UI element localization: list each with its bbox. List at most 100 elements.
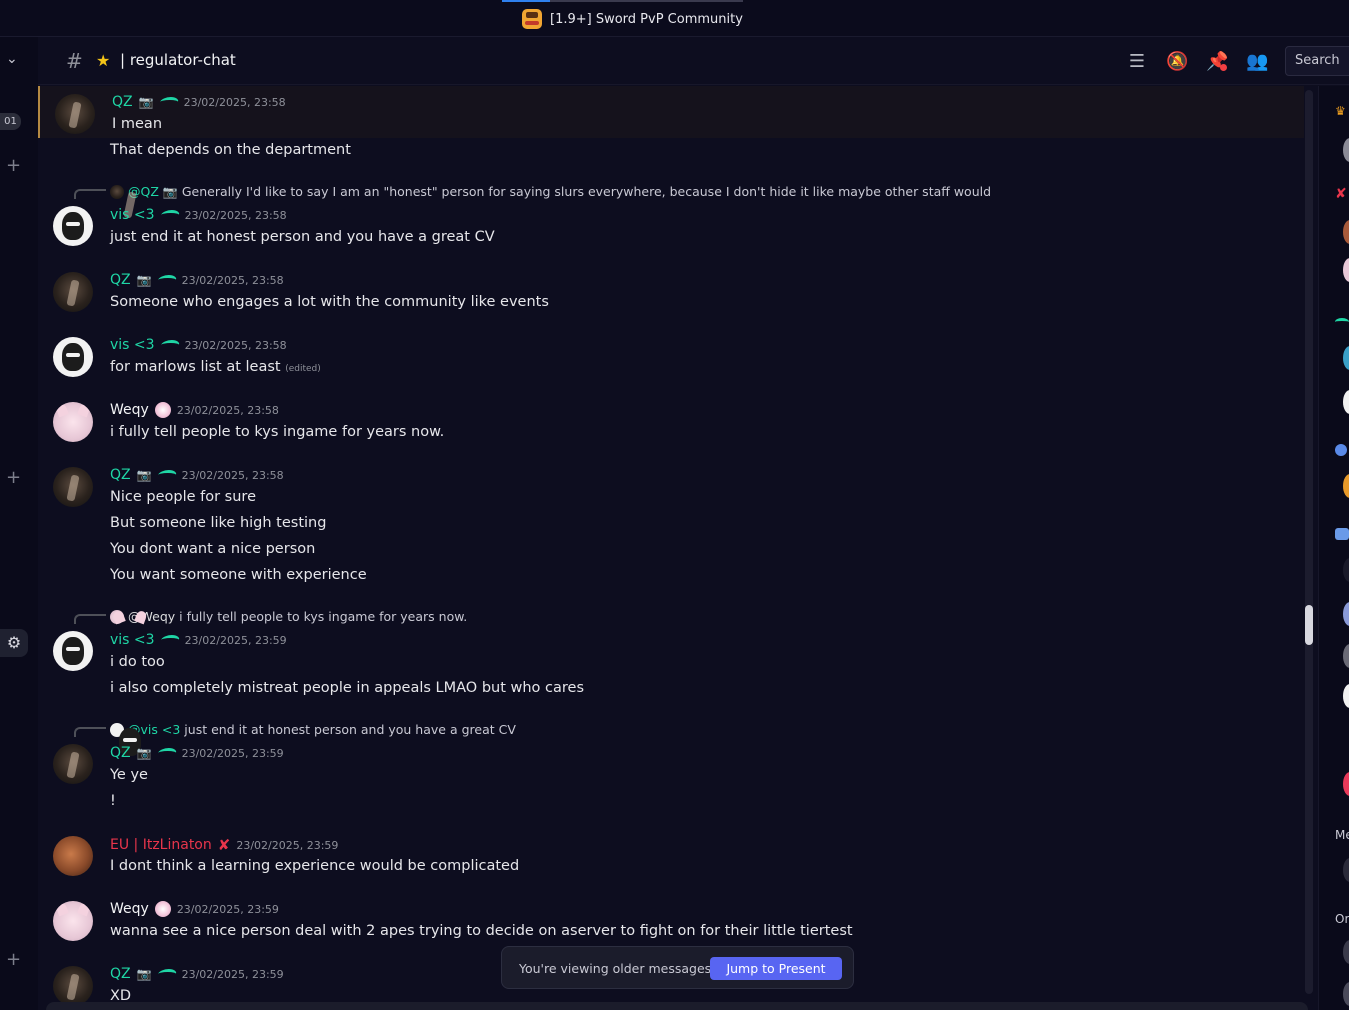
avatar[interactable]: [53, 744, 93, 784]
message-text: !: [110, 793, 116, 809]
member-avatar[interactable]: [1343, 684, 1349, 708]
reply-text: Generally I'd like to say I am an "hones…: [181, 184, 992, 199]
add-icon[interactable]: +: [6, 157, 21, 175]
member-list: ♛ ✘ Me Or: [1318, 86, 1349, 1010]
message-text: for marlows list at least (edited): [110, 359, 321, 375]
timestamp: 23/02/2025, 23:58: [181, 468, 284, 482]
username[interactable]: QZ: [110, 745, 131, 761]
message-composer[interactable]: [46, 1002, 1308, 1010]
loading-bar: [502, 0, 743, 2]
message-text: Ye ye: [110, 767, 148, 783]
flower-badge-icon: [154, 402, 171, 418]
avatar[interactable]: [53, 901, 93, 941]
member-section-label: Me: [1335, 828, 1349, 842]
avatar[interactable]: [53, 467, 93, 507]
role-wave-icon: [157, 97, 180, 107]
message-text-body: for marlows list at least: [110, 359, 281, 375]
timestamp: 23/02/2025, 23:58: [176, 403, 279, 417]
message-text: I dont think a learning experience would…: [110, 858, 520, 874]
member-avatar[interactable]: [1343, 644, 1349, 668]
timestamp: 23/02/2025, 23:58: [183, 95, 286, 109]
role-wave-icon: [158, 635, 181, 645]
unread-badge[interactable]: 01: [0, 113, 21, 130]
threads-icon[interactable]: ☰: [1126, 51, 1148, 73]
jump-to-present-button[interactable]: Jump to Present: [710, 957, 842, 980]
message-list: QZ 📷 23/02/2025, 23:58 I mean That depen…: [38, 86, 1304, 1004]
reply-preview[interactable]: @vis <3 just end it at honest person and…: [110, 722, 516, 737]
member-avatar[interactable]: [1343, 474, 1349, 498]
thread-hash-icon: #: [66, 49, 83, 73]
username[interactable]: QZ: [110, 966, 131, 982]
username[interactable]: vis <3: [110, 337, 155, 353]
role-wave-icon: [155, 969, 178, 979]
member-avatar[interactable]: [1343, 390, 1349, 414]
username[interactable]: Weqy: [110, 402, 149, 418]
member-avatar[interactable]: [1343, 258, 1349, 282]
avatar[interactable]: [53, 272, 93, 312]
reply-text: i fully tell people to kys ingame for ye…: [179, 609, 468, 624]
member-avatar[interactable]: [1343, 982, 1349, 1006]
role-icon: [1335, 444, 1347, 456]
reply-connector: [74, 727, 106, 737]
camera-icon: 📷: [136, 746, 152, 760]
member-avatar[interactable]: [1343, 558, 1349, 582]
member-avatar[interactable]: [1343, 772, 1349, 796]
add-icon[interactable]: +: [6, 469, 21, 487]
timestamp: 23/02/2025, 23:59: [181, 746, 284, 760]
window-title: [1.9+] Sword PvP Community: [522, 9, 743, 29]
reply-preview[interactable]: @QZ 📷 Generally I'd like to say I am an …: [110, 184, 991, 199]
reply-avatar: [110, 609, 124, 624]
crown-icon: ♛: [1335, 104, 1346, 118]
older-messages-text: You're viewing older messages: [519, 961, 712, 976]
camera-icon: 📷: [162, 184, 178, 199]
username[interactable]: QZ: [110, 272, 131, 288]
avatar[interactable]: [53, 337, 93, 377]
message-text: i fully tell people to kys ingame for ye…: [110, 424, 445, 440]
add-icon[interactable]: +: [6, 951, 21, 969]
member-list-icon[interactable]: 👥: [1246, 51, 1268, 73]
member-avatar[interactable]: [1343, 858, 1349, 882]
hammer-role-icon: ✘: [1335, 186, 1347, 202]
scrollbar-track[interactable]: [1305, 90, 1313, 994]
member-section-label: Or: [1335, 912, 1349, 926]
server-icon: [522, 9, 542, 29]
member-avatar[interactable]: [1343, 138, 1349, 162]
message[interactable]: QZ 📷 23/02/2025, 23:58 I mean: [38, 86, 1304, 138]
avatar[interactable]: [53, 836, 93, 876]
avatar[interactable]: [55, 94, 95, 134]
chevron-down-icon[interactable]: ⌄: [6, 51, 20, 67]
camera-icon: 📷: [136, 967, 152, 981]
avatar[interactable]: [53, 402, 93, 442]
camera-icon: 📷: [136, 468, 152, 482]
avatar[interactable]: [53, 631, 93, 671]
avatar[interactable]: [53, 206, 93, 246]
older-messages-banner: You're viewing older messages Jump to Pr…: [501, 946, 854, 989]
gear-icon[interactable]: ⚙: [0, 629, 28, 657]
username[interactable]: EU | ItzLinaton: [110, 837, 212, 853]
reply-preview[interactable]: @Weqy i fully tell people to kys ingame …: [110, 609, 467, 624]
mute-bell-icon[interactable]: 🔕: [1166, 51, 1188, 73]
member-avatar[interactable]: [1343, 602, 1349, 626]
message-text: Someone who engages a lot with the commu…: [110, 294, 549, 310]
username[interactable]: QZ: [112, 94, 133, 110]
username[interactable]: QZ: [110, 467, 131, 483]
camera-icon: 📷: [138, 95, 154, 109]
channel-name: | regulator-chat: [120, 51, 236, 69]
scrollbar-thumb[interactable]: [1305, 605, 1313, 645]
timestamp: 23/02/2025, 23:59: [181, 967, 284, 981]
member-avatar[interactable]: [1343, 346, 1349, 370]
search-input[interactable]: Search: [1285, 46, 1349, 76]
username[interactable]: Weqy: [110, 901, 149, 917]
message-text: You dont want a nice person: [110, 541, 316, 557]
role-wave-icon: [155, 275, 178, 285]
reply-connector: [74, 614, 106, 624]
role-icon: [1335, 528, 1349, 540]
member-avatar[interactable]: [1343, 940, 1349, 964]
flower-badge-icon: [154, 901, 171, 917]
avatar[interactable]: [53, 966, 93, 1004]
reply-avatar: [110, 184, 124, 199]
message-text: just end it at honest person and you hav…: [110, 229, 495, 245]
member-avatar[interactable]: [1343, 220, 1349, 244]
username[interactable]: vis <3: [110, 207, 155, 223]
username[interactable]: vis <3: [110, 632, 155, 648]
